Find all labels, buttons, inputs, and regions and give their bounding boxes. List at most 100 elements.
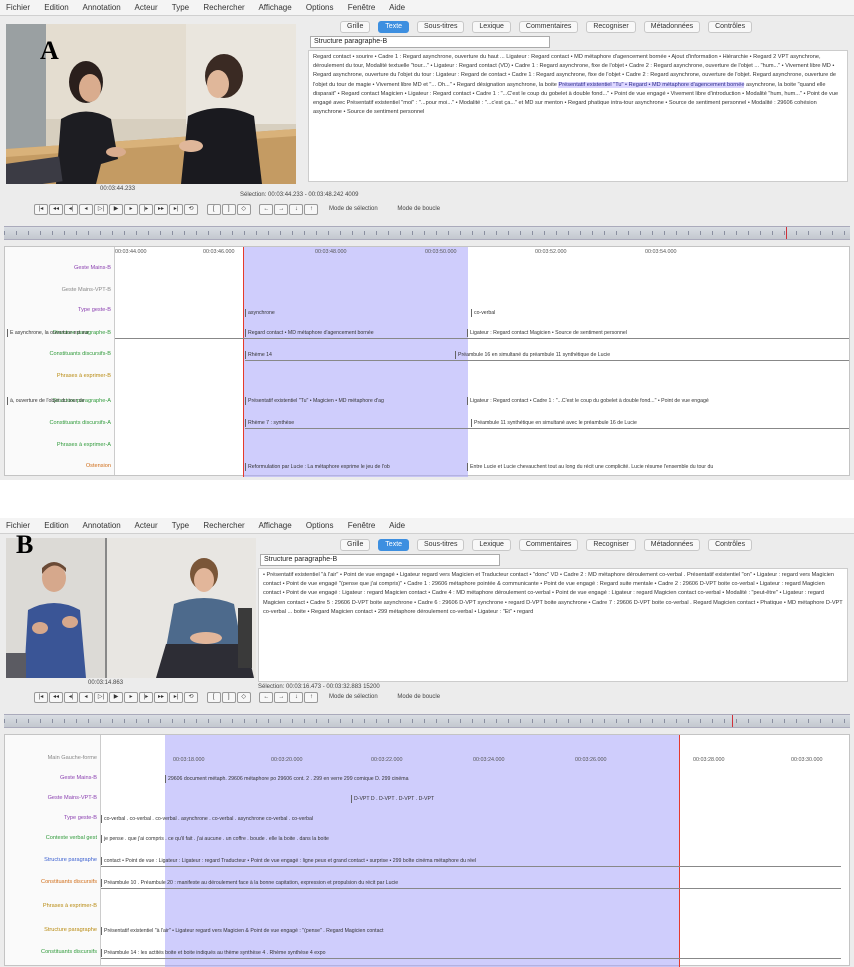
menu-annotation[interactable]: Annotation bbox=[83, 521, 121, 530]
tier-selector[interactable]: Structure paragraphe-B bbox=[310, 36, 550, 48]
annotation[interactable]: Préambule 14 : les actités boite et boit… bbox=[101, 949, 841, 957]
menu-file[interactable]: Fichier bbox=[6, 521, 30, 530]
menu-options[interactable]: Options bbox=[306, 3, 334, 12]
next-step-button[interactable]: ▸ bbox=[124, 692, 138, 703]
next-annotation-button[interactable]: → bbox=[274, 204, 289, 215]
tab-text[interactable]: Texte bbox=[378, 539, 410, 551]
menu-file[interactable]: Fichier bbox=[6, 3, 30, 12]
loop-button[interactable]: ⟲ bbox=[184, 692, 198, 703]
annotation[interactable]: Reformulation par Lucie : La métaphore e… bbox=[245, 463, 465, 471]
annotation[interactable]: co-verbal . co-verbal . co-verbal . asyn… bbox=[101, 815, 851, 823]
menu-type[interactable]: Type bbox=[172, 521, 189, 530]
annotation[interactable]: E asynchrone, la ouverture est sur bbox=[7, 329, 243, 337]
menu-actor[interactable]: Acteur bbox=[135, 521, 158, 530]
clear-selection-button[interactable]: ◇ bbox=[236, 204, 251, 215]
tier-label[interactable]: Structure paragraphe bbox=[5, 927, 97, 933]
prev-frame-button[interactable]: ◂| bbox=[64, 692, 78, 703]
next-step-button[interactable]: ▸ bbox=[124, 204, 138, 215]
move-down-button[interactable]: ↓ bbox=[289, 692, 304, 703]
tier-label[interactable]: Geste Mains-B bbox=[5, 775, 97, 781]
menu-window[interactable]: Fenêtre bbox=[348, 521, 376, 530]
tab-controls[interactable]: Contrôles bbox=[708, 539, 753, 551]
annotation[interactable]: Rhème 7 : synthèse bbox=[245, 419, 465, 427]
menu-search[interactable]: Rechercher bbox=[203, 521, 244, 530]
annotation[interactable]: contact • Point de vue : Ligateur : Liga… bbox=[101, 857, 841, 865]
menu-search[interactable]: Rechercher bbox=[203, 3, 244, 12]
annotation[interactable]: Entre Lucie et Lucie chevauchent tout au… bbox=[467, 463, 854, 471]
menu-annotation[interactable]: Annotation bbox=[83, 3, 121, 12]
next-second-button[interactable]: ▸▸ bbox=[154, 204, 168, 215]
tab-grid[interactable]: Grille bbox=[340, 539, 371, 551]
tier-label[interactable]: Constituants discursifs-B bbox=[5, 351, 111, 357]
tier-label[interactable]: Phrases à exprimer-A bbox=[5, 442, 111, 448]
tab-recogniser[interactable]: Recogniser bbox=[586, 21, 636, 33]
tab-metadata[interactable]: Métadonnées bbox=[643, 539, 701, 551]
loop-mode-checkbox[interactable]: Mode de boucle bbox=[397, 206, 440, 212]
tier-label[interactable]: Type geste-B bbox=[5, 307, 111, 313]
tab-controls[interactable]: Contrôles bbox=[708, 21, 753, 33]
transcript-text-view[interactable]: • Présentatif existentiel "à l'air" • Po… bbox=[258, 568, 848, 682]
tier-label[interactable]: Geste Mains-VPT-B bbox=[5, 795, 97, 801]
clear-selection-button[interactable]: ◇ bbox=[236, 692, 251, 703]
annotation[interactable]: 29606 document métaph. 29606 métaphore p… bbox=[165, 775, 785, 783]
tier-label[interactable]: Phrases à exprimer-B bbox=[5, 903, 97, 909]
tier-label[interactable]: Geste Mains-VPT-B bbox=[5, 287, 111, 293]
prev-step-button[interactable]: ◂ bbox=[79, 692, 93, 703]
tab-subtitles[interactable]: Sous-titres bbox=[416, 539, 465, 551]
loop-button[interactable]: ⟲ bbox=[184, 204, 198, 215]
move-down-button[interactable]: ↓ bbox=[289, 204, 304, 215]
tier-label[interactable]: Phrases à exprimer-B bbox=[5, 373, 111, 379]
annotation[interactable]: je pense . que j'ai compris . ce qu'il f… bbox=[101, 835, 851, 843]
go-begin-button[interactable]: |◂ bbox=[34, 692, 48, 703]
selection-end-button[interactable]: ] bbox=[221, 692, 236, 703]
prev-annotation-button[interactable]: ← bbox=[259, 204, 274, 215]
tab-lexicon[interactable]: Lexique bbox=[472, 21, 511, 33]
annotation[interactable]: Préambule 16 en simultané du préambule 1… bbox=[455, 351, 850, 359]
annotation[interactable]: asynchrone bbox=[245, 309, 465, 317]
timeline-viewer[interactable]: Geste Mains-B Geste Mains-VPT-B Type ges… bbox=[4, 246, 851, 477]
tier-label[interactable]: Geste Mains-B bbox=[5, 265, 111, 271]
annotation[interactable]: Présentatif existentiel "Tu" • Magicien … bbox=[245, 397, 465, 405]
transcript-text-view[interactable]: Regard contact • sourire • Cadre 1 : Reg… bbox=[308, 50, 848, 182]
loop-mode-checkbox[interactable]: Mode de boucle bbox=[397, 694, 440, 700]
menu-help[interactable]: Aide bbox=[389, 3, 405, 12]
selection-mode-checkbox[interactable]: Mode de sélection bbox=[329, 694, 378, 700]
prev-annotation-button[interactable]: ← bbox=[259, 692, 274, 703]
next-annotation-button[interactable]: → bbox=[274, 692, 289, 703]
tier-label[interactable]: Constituants discursifs bbox=[5, 879, 97, 885]
tab-metadata[interactable]: Métadonnées bbox=[643, 21, 701, 33]
prev-second-button[interactable]: ◂◂ bbox=[49, 204, 63, 215]
next-frame-button[interactable]: |▸ bbox=[139, 692, 153, 703]
selection-end-button[interactable]: ] bbox=[221, 204, 236, 215]
play-selection-button[interactable]: ▷| bbox=[94, 692, 108, 703]
tab-text[interactable]: Texte bbox=[378, 21, 410, 33]
annotation[interactable]: Préambule 10 . Préambule 20 : manifeste … bbox=[101, 879, 841, 887]
tier-selector[interactable]: Structure paragraphe-B bbox=[260, 554, 500, 566]
menu-edit[interactable]: Edition bbox=[44, 3, 68, 12]
next-second-button[interactable]: ▸▸ bbox=[154, 692, 168, 703]
move-up-button[interactable]: ↑ bbox=[304, 692, 319, 703]
play-button[interactable]: ▶ bbox=[109, 204, 123, 215]
tier-label[interactable]: Constituants discursifs-A bbox=[5, 420, 111, 426]
tab-subtitles[interactable]: Sous-titres bbox=[416, 21, 465, 33]
annotation[interactable]: Ligateur : Regard contact Magicien • Sou… bbox=[467, 329, 854, 337]
go-end-button[interactable]: ▸| bbox=[169, 692, 183, 703]
tab-comments[interactable]: Commentaires bbox=[518, 21, 579, 33]
tier-label[interactable]: Main Gauche-forme bbox=[5, 755, 97, 761]
annotation[interactable]: Préambule 11 synthétique en simultané av… bbox=[471, 419, 851, 427]
prev-second-button[interactable]: ◂◂ bbox=[49, 692, 63, 703]
selection-begin-button[interactable]: [ bbox=[206, 204, 221, 215]
selection-begin-button[interactable]: [ bbox=[206, 692, 221, 703]
selection-mode-checkbox[interactable]: Mode de sélection bbox=[329, 206, 378, 212]
tier-label[interactable]: Ostension bbox=[5, 463, 111, 469]
menu-actor[interactable]: Acteur bbox=[135, 3, 158, 12]
tab-comments[interactable]: Commentaires bbox=[518, 539, 579, 551]
go-end-button[interactable]: ▸| bbox=[169, 204, 183, 215]
prev-step-button[interactable]: ◂ bbox=[79, 204, 93, 215]
prev-frame-button[interactable]: ◂| bbox=[64, 204, 78, 215]
annotation[interactable]: Regard contact • MD métaphore d'agenceme… bbox=[245, 329, 465, 337]
menu-window[interactable]: Fenêtre bbox=[348, 3, 376, 12]
overview-ruler[interactable] bbox=[4, 714, 850, 728]
menu-options[interactable]: Options bbox=[306, 521, 334, 530]
menu-type[interactable]: Type bbox=[172, 3, 189, 12]
